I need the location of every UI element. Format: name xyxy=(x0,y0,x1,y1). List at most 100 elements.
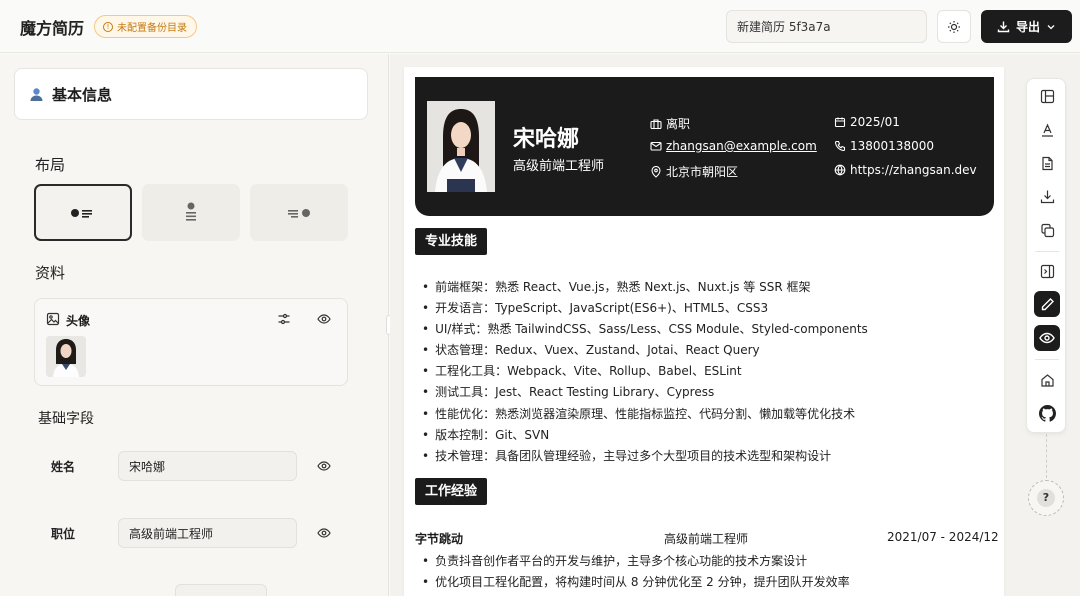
eye-icon[interactable] xyxy=(317,526,331,540)
avatar-settings-icon[interactable] xyxy=(277,312,291,326)
right-toolbar xyxy=(1026,78,1066,433)
sidebar-collapse-icon xyxy=(1040,264,1054,278)
backup-badge-text: 未配置备份目录 xyxy=(117,23,187,34)
layout-center-icon xyxy=(186,202,196,221)
export-label: 导出 xyxy=(1015,20,1040,34)
resume-paper: 宋哈娜 高级前端工程师 离职 zhangsan@example.com 北京市朝… xyxy=(404,67,1004,596)
github-icon xyxy=(1038,404,1056,422)
toolbar-connector xyxy=(1046,434,1047,478)
backup-warning-badge[interactable]: ! 未配置备份目录 xyxy=(94,15,197,38)
user-icon xyxy=(30,87,43,101)
list-item: 负责抖音创作者平台的开发与维护，主导多个核心功能的技术方案设计 xyxy=(422,551,850,572)
preview-mode-button[interactable] xyxy=(1034,325,1060,351)
list-item: 技术管理：具备团队管理经验，主导过多个大型项目的技术选型和架构设计 xyxy=(422,446,868,467)
map-pin-icon xyxy=(651,165,661,178)
avatar-card: 头像 xyxy=(34,298,348,386)
website-info[interactable]: https://zhangsan.dev xyxy=(834,163,977,177)
toolbar-divider xyxy=(1035,359,1059,360)
image-icon xyxy=(46,312,60,326)
list-item: 性能优化：熟悉浏览器渲染原理、性能指标监控、代码分割、懒加载等优化技术 xyxy=(422,404,868,425)
basic-info-card[interactable]: 基本信息 xyxy=(14,68,368,120)
chevron-down-icon xyxy=(1047,24,1055,29)
briefcase-icon xyxy=(650,118,662,129)
layout-panel-icon xyxy=(1040,89,1054,103)
layout-title: 布局 xyxy=(35,156,66,174)
editor-panel: 基本信息 布局 资料 头像 基础字段 姓名 职位 xyxy=(0,54,389,596)
list-item: 状态管理：Redux、Vuex、Zustand、Jotai、React Quer… xyxy=(422,340,868,361)
calendar-icon xyxy=(834,117,846,128)
job-company: 字节跳动 xyxy=(415,532,464,546)
resume-name-input[interactable] xyxy=(726,10,927,43)
top-bar: 魔方简历 ! 未配置备份目录 导出 xyxy=(0,0,1080,53)
layout-option-left[interactable] xyxy=(34,184,132,241)
skills-list: 前端框架：熟悉 React、Vue.js，熟悉 Next.js、Nuxt.js … xyxy=(422,277,868,467)
mail-icon xyxy=(650,141,662,151)
work-section-title: 工作经验 xyxy=(415,478,488,505)
next-field-input[interactable] xyxy=(175,584,267,596)
avatar-thumbnail[interactable] xyxy=(46,336,86,377)
home-button[interactable] xyxy=(1034,367,1060,393)
download-button[interactable] xyxy=(1034,183,1060,209)
list-item: 测试工具：Jest、React Testing Library、Cypress xyxy=(422,382,868,403)
edit-mode-button[interactable] xyxy=(1034,291,1060,317)
date-text: 2025/01 xyxy=(850,115,900,129)
toolbar-divider xyxy=(1035,251,1059,252)
copy-button[interactable] xyxy=(1034,217,1060,243)
home-icon xyxy=(1040,373,1054,387)
pen-icon xyxy=(1041,297,1054,310)
list-item: 工程化工具：Webpack、Vite、Rollup、Babel、ESLint xyxy=(422,361,868,382)
eye-icon[interactable] xyxy=(317,459,331,473)
template-button[interactable] xyxy=(1034,150,1060,176)
eye-icon xyxy=(1039,332,1055,344)
resume-photo xyxy=(427,101,495,192)
help-icon: ? xyxy=(1037,489,1055,507)
help-button[interactable]: ? xyxy=(1028,480,1064,516)
name-field[interactable] xyxy=(118,451,297,481)
email-link[interactable]: zhangsan@example.com xyxy=(666,139,817,153)
warning-icon: ! xyxy=(103,21,113,32)
position-field-label: 职位 xyxy=(51,527,76,541)
phone-info: 13800138000 xyxy=(834,139,934,153)
status-text: 离职 xyxy=(666,117,691,131)
resume-name: 宋哈娜 xyxy=(513,127,580,152)
profile-title: 资料 xyxy=(35,264,66,282)
list-item: 版本控制：Git、SVN xyxy=(422,425,868,446)
resume-header: 宋哈娜 高级前端工程师 离职 zhangsan@example.com 北京市朝… xyxy=(415,77,994,216)
status-info: 离职 xyxy=(650,115,690,132)
app-title: 魔方简历 xyxy=(20,19,85,38)
basic-info-label: 基本信息 xyxy=(52,85,113,104)
name-field-label: 姓名 xyxy=(51,460,76,474)
job-period: 2021/07 - 2024/12 xyxy=(887,530,999,544)
typography-button[interactable] xyxy=(1034,117,1060,143)
basic-fields-title: 基础字段 xyxy=(38,411,94,427)
position-field[interactable] xyxy=(118,518,297,548)
export-button[interactable]: 导出 xyxy=(981,10,1072,43)
list-item: 开发语言：TypeScript、JavaScript(ES6+)、HTML5、C… xyxy=(422,298,868,319)
collapse-sidebar-button[interactable] xyxy=(1034,258,1060,284)
text-icon xyxy=(1041,123,1053,137)
github-button[interactable] xyxy=(1034,400,1060,426)
skills-section-title: 专业技能 xyxy=(415,228,488,255)
email-info[interactable]: zhangsan@example.com xyxy=(650,139,817,153)
layout-right-icon xyxy=(288,208,310,218)
theme-toggle-button[interactable] xyxy=(937,10,971,43)
download-icon xyxy=(1040,190,1054,203)
layout-option-right[interactable] xyxy=(250,184,348,241)
layout-option-center[interactable] xyxy=(142,184,240,241)
eye-icon[interactable] xyxy=(317,312,331,326)
download-icon xyxy=(997,21,1010,33)
phone-icon xyxy=(834,140,846,152)
list-item: 优化项目工程化配置，将构建时间从 8 分钟优化至 2 分钟，提升团队开发效率 xyxy=(422,572,850,593)
globe-icon xyxy=(834,164,846,176)
phone-text: 13800138000 xyxy=(850,139,934,153)
list-item: UI/样式：熟悉 TailwindCSS、Sass/Less、CSS Modul… xyxy=(422,319,868,340)
layout-panel-button[interactable] xyxy=(1034,83,1060,109)
avatar-label: 头像 xyxy=(66,314,91,328)
date-info: 2025/01 xyxy=(834,115,900,129)
website-link[interactable]: https://zhangsan.dev xyxy=(850,163,977,177)
job-position: 高级前端工程师 xyxy=(664,532,749,546)
layout-left-icon xyxy=(71,208,92,218)
resume-title: 高级前端工程师 xyxy=(513,159,605,174)
list-item: 前端框架：熟悉 React、Vue.js，熟悉 Next.js、Nuxt.js … xyxy=(422,277,868,298)
sun-icon xyxy=(948,20,960,33)
